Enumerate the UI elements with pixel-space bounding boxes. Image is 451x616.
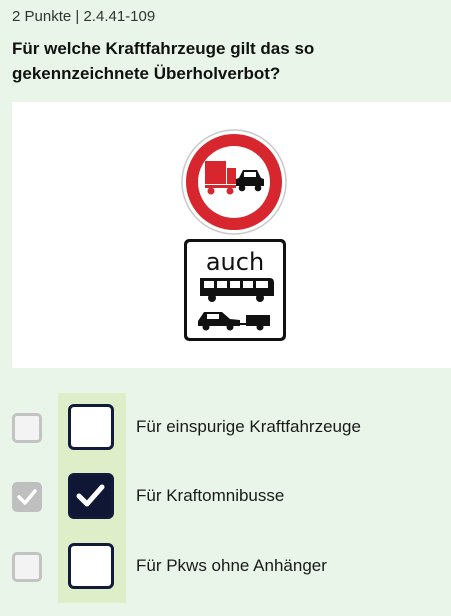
answer-1-text: Für einspurige Kraftfahrzeuge — [136, 417, 361, 436]
answer-2-previous-checkbox — [12, 482, 42, 512]
plate-text: auch — [206, 248, 264, 276]
question-meta: 2 Punkte | 2.4.41-109 — [12, 8, 155, 25]
traffic-sign: auch — [180, 128, 290, 344]
question-text: Für welche Kraftfahrzeuge gilt das so ge… — [12, 39, 315, 83]
check-icon — [76, 484, 105, 507]
answer-3-text: Für Pkws ohne Anhänger — [136, 556, 327, 575]
answer-option-1[interactable]: Für einspurige Kraftfahrzeuge — [12, 404, 442, 454]
question-image: auch — [12, 102, 451, 368]
meta-separator: | — [75, 8, 80, 25]
answer-2-checkbox[interactable] — [68, 473, 114, 519]
points-label: 2 Punkte — [12, 8, 72, 25]
answer-2-text: Für Kraftomnibusse — [136, 486, 285, 505]
check-icon — [17, 489, 37, 505]
answer-1-previous-checkbox — [12, 413, 42, 443]
answer-1-checkbox[interactable] — [68, 404, 114, 450]
no-overtaking-trucks-sign-icon: auch — [181, 129, 287, 341]
answer-option-2[interactable]: Für Kraftomnibusse — [12, 473, 442, 523]
answer-3-checkbox[interactable] — [68, 543, 114, 589]
answer-option-3[interactable]: Für Pkws ohne Anhänger — [12, 543, 442, 593]
question-id: 2.4.41-109 — [83, 8, 156, 25]
answer-3-previous-checkbox — [12, 552, 42, 582]
